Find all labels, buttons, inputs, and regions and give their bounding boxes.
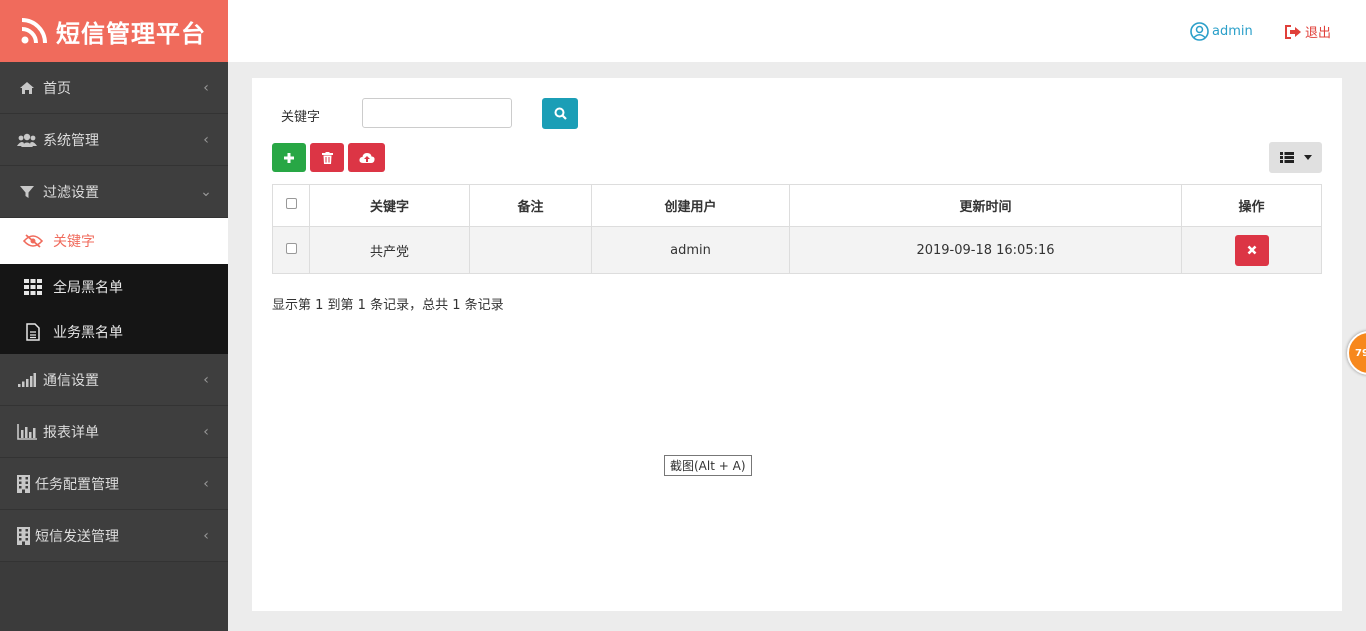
building-icon bbox=[16, 526, 30, 546]
bar-chart-icon bbox=[16, 422, 38, 442]
column-header[interactable]: 更新时间 bbox=[789, 184, 1182, 227]
select-all-cell bbox=[272, 184, 310, 227]
chevron-left-icon: ‹ bbox=[203, 371, 209, 388]
column-header[interactable]: 关键字 bbox=[309, 184, 470, 227]
home-icon bbox=[16, 78, 38, 98]
keyword-cell: 共产党 bbox=[309, 226, 470, 274]
chevron-down-icon: ⌄ bbox=[200, 183, 212, 200]
chevron-left-icon: ‹ bbox=[203, 475, 209, 492]
row-checkbox[interactable] bbox=[285, 242, 297, 254]
sidebar-item-label: 过滤设置 bbox=[43, 184, 99, 201]
chevron-left-icon: ‹ bbox=[203, 131, 209, 148]
grid-icon bbox=[22, 277, 44, 297]
rss-icon bbox=[21, 18, 47, 44]
sidebar-item-label: 系统管理 bbox=[43, 132, 99, 149]
sidebar-item-label: 通信设置 bbox=[43, 372, 99, 389]
sidebar-item-report[interactable]: 报表详单 ‹ bbox=[0, 406, 228, 458]
sidebar-item-label: 首页 bbox=[43, 80, 71, 97]
column-header: 操作 bbox=[1181, 184, 1322, 227]
logout-link[interactable]: 退出 bbox=[1284, 22, 1331, 41]
keyword-table: 关键字 备注 创建用户 更新时间 操作 共产党 admin 2019-09-18… bbox=[272, 184, 1322, 274]
chevron-left-icon: ‹ bbox=[203, 423, 209, 440]
filter-icon bbox=[16, 182, 38, 202]
content-panel: 关键字 关键字 备注 创建用户 更新时间 操作 共产党 admin 2019-0… bbox=[252, 78, 1342, 611]
top-header: admin 退出 bbox=[228, 0, 1366, 62]
sidebar-item-label: 报表详单 bbox=[43, 424, 99, 441]
sidebar-subitem-label: 业务黑名单 bbox=[53, 324, 123, 341]
sidebar-subitem-label: 关键字 bbox=[53, 234, 95, 250]
sidebar: 短信管理平台 首页 ‹ 系统管理 ‹ 过滤设置 ⌄ 关键字 全局黑名单 业务黑名… bbox=[0, 0, 228, 631]
sidebar-item-sms-send[interactable]: 短信发送管理 ‹ bbox=[0, 510, 228, 562]
keyword-search-input[interactable] bbox=[362, 98, 512, 128]
add-button[interactable] bbox=[272, 143, 306, 172]
cloud-upload-icon bbox=[358, 152, 375, 163]
badge-text: 79 bbox=[1355, 347, 1366, 359]
sidebar-item-task-config[interactable]: 任务配置管理 ‹ bbox=[0, 458, 228, 510]
file-icon bbox=[22, 322, 44, 342]
user-name: admin bbox=[1212, 24, 1253, 39]
select-all-checkbox[interactable] bbox=[285, 198, 297, 209]
eye-slash-icon bbox=[22, 231, 44, 251]
row-select-cell bbox=[272, 226, 310, 274]
row-delete-button[interactable] bbox=[1234, 234, 1269, 266]
sign-out-icon bbox=[1285, 24, 1301, 39]
sidebar-item-label: 短信发送管理 bbox=[35, 528, 119, 545]
floating-badge[interactable]: 79 bbox=[1347, 331, 1366, 375]
pagination-info: 显示第 1 到第 1 条记录，总共 1 条记录 bbox=[272, 298, 504, 313]
upload-button[interactable] bbox=[348, 143, 385, 172]
logout-label: 退出 bbox=[1305, 26, 1332, 41]
caret-down-icon bbox=[1303, 155, 1312, 160]
search-button[interactable] bbox=[542, 98, 578, 129]
users-icon bbox=[16, 130, 38, 150]
column-header[interactable]: 备注 bbox=[469, 184, 592, 227]
table-row: 共产党 admin 2019-09-18 16:05:16 bbox=[272, 226, 1322, 274]
sidebar-subitem-label: 全局黑名单 bbox=[53, 279, 123, 296]
remark-cell bbox=[469, 226, 592, 274]
action-cell bbox=[1181, 226, 1322, 274]
sidebar-subitem-business-blacklist[interactable]: 业务黑名单 bbox=[0, 309, 228, 354]
close-icon bbox=[1247, 245, 1256, 255]
brand[interactable]: 短信管理平台 bbox=[0, 0, 228, 62]
list-icon bbox=[1279, 152, 1294, 163]
chevron-left-icon: ‹ bbox=[203, 527, 209, 544]
trash-icon bbox=[321, 151, 333, 164]
screenshot-tooltip: 截图(Alt + A) bbox=[664, 455, 752, 476]
user-circle-icon bbox=[1190, 22, 1209, 41]
table-header-row: 关键字 备注 创建用户 更新时间 操作 bbox=[272, 184, 1322, 227]
sidebar-item-system[interactable]: 系统管理 ‹ bbox=[0, 114, 228, 166]
sidebar-subitem-global-blacklist[interactable]: 全局黑名单 bbox=[0, 264, 228, 309]
sidebar-item-filter[interactable]: 过滤设置 ⌄ bbox=[0, 166, 228, 218]
building-icon bbox=[16, 474, 30, 494]
plus-icon bbox=[284, 152, 294, 163]
search-label: 关键字 bbox=[281, 110, 321, 125]
updated-cell: 2019-09-18 16:05:16 bbox=[789, 226, 1182, 274]
signal-icon bbox=[16, 370, 38, 390]
search-icon bbox=[554, 107, 567, 120]
sidebar-item-label: 任务配置管理 bbox=[35, 476, 119, 493]
delete-selected-button[interactable] bbox=[310, 143, 344, 172]
sidebar-item-home[interactable]: 首页 ‹ bbox=[0, 62, 228, 114]
column-header[interactable]: 创建用户 bbox=[591, 184, 790, 227]
columns-toggle-button[interactable] bbox=[1269, 142, 1322, 173]
user-cell: admin bbox=[591, 226, 790, 274]
sidebar-item-communication[interactable]: 通信设置 ‹ bbox=[0, 354, 228, 406]
user-menu[interactable]: admin bbox=[1190, 22, 1253, 41]
brand-title: 短信管理平台 bbox=[56, 19, 206, 48]
sidebar-subitem-keyword[interactable]: 关键字 bbox=[0, 218, 228, 264]
chevron-left-icon: ‹ bbox=[203, 79, 209, 96]
